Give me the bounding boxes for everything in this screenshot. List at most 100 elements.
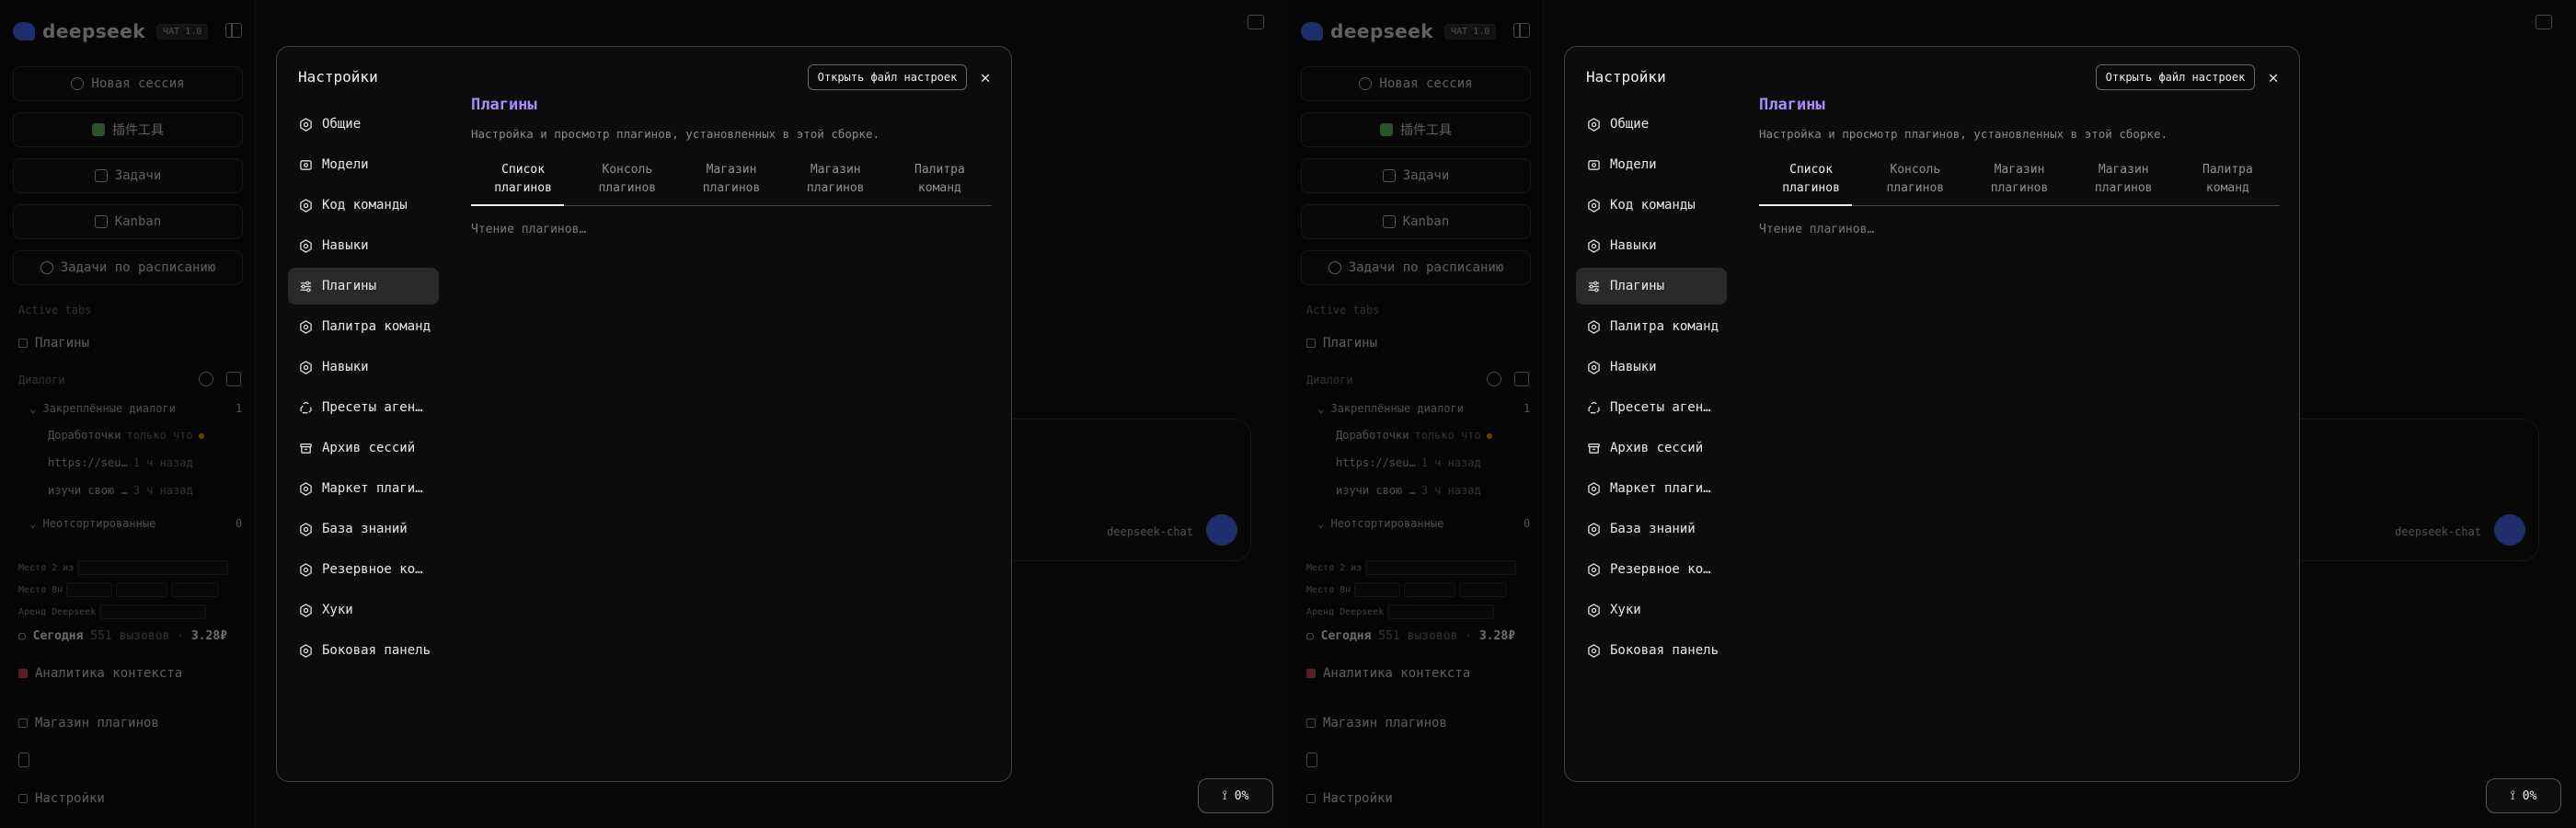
kanban-button[interactable]: Kanban bbox=[1301, 204, 1531, 239]
settings-nav-label: Архив сессий bbox=[1610, 441, 1704, 455]
plugin-tab[interactable]: Консоль плагинов bbox=[1863, 161, 1967, 205]
unsorted-group[interactable]: ⌄ Неотсортированные bbox=[29, 517, 155, 530]
settings-nav-item[interactable]: Навыки bbox=[288, 349, 439, 385]
settings-nav-item[interactable]: База знаний bbox=[1576, 511, 1727, 547]
progress-pill[interactable]: ⟟ 0% bbox=[1198, 778, 1273, 813]
settings-link[interactable]: Настройки bbox=[18, 791, 105, 806]
dialog-item[interactable]: изучи свою … 3 ч назад bbox=[48, 484, 193, 497]
panel-toggle-icon[interactable] bbox=[1248, 15, 1264, 29]
settings-nav-item[interactable]: Боковая панель bbox=[288, 632, 439, 669]
dialog-item[interactable]: Доработочки только что bbox=[48, 429, 193, 442]
settings-nav-item[interactable]: Резервное копирование bbox=[288, 551, 439, 588]
plugin-tab[interactable]: Список плагинов bbox=[471, 161, 575, 206]
scheduled-tasks-button[interactable]: Задачи по расписанию bbox=[13, 250, 243, 285]
search-icon[interactable] bbox=[1487, 372, 1501, 386]
dialog-item[interactable]: изучи свою … 3 ч назад bbox=[1336, 484, 1481, 497]
model-selector[interactable]: deepseek-chat bbox=[1107, 525, 1193, 538]
settings-nav-label: Архив сессий bbox=[322, 441, 416, 455]
settings-nav-item[interactable]: База знаний bbox=[288, 511, 439, 547]
settings-nav-item[interactable]: Боковая панель bbox=[1576, 632, 1727, 669]
settings-link[interactable]: Настройки bbox=[1306, 791, 1393, 806]
plugin-tab[interactable]: Магазин плагинов bbox=[784, 161, 888, 205]
settings-nav-item[interactable]: Хуки bbox=[1576, 592, 1727, 628]
new-folder-icon[interactable] bbox=[226, 372, 241, 386]
open-settings-file-button[interactable]: Открыть файл настроек bbox=[2096, 64, 2255, 90]
settings-nav-item[interactable]: Код команды bbox=[288, 187, 439, 224]
phone-icon[interactable] bbox=[18, 753, 29, 767]
settings-nav-item[interactable]: Резервное копирование bbox=[1576, 551, 1727, 588]
sidebar-collapse-icon[interactable] bbox=[1513, 23, 1530, 38]
send-button[interactable] bbox=[2494, 514, 2525, 546]
dialog-item[interactable]: Доработочки только что bbox=[1336, 429, 1481, 442]
phone-icon[interactable] bbox=[1306, 753, 1317, 767]
plugin-tool-button[interactable]: 插件工具 bbox=[1301, 112, 1531, 147]
context-analytics-link[interactable]: Аналитика контекста bbox=[1306, 666, 1470, 681]
plugin-tab[interactable]: Палитра команд bbox=[888, 161, 992, 205]
model-selector[interactable]: deepseek-chat bbox=[2395, 525, 2481, 538]
settings-nav-item[interactable]: Навыки bbox=[288, 227, 439, 264]
tasks-button[interactable]: Задачи bbox=[13, 158, 243, 193]
plugin-store-link[interactable]: Магазин плагинов bbox=[18, 716, 159, 730]
settings-nav-item[interactable]: Маркет плагинов bbox=[288, 470, 439, 507]
active-tab-plugins[interactable]: Плагины bbox=[18, 336, 89, 351]
settings-nav-item[interactable]: Навыки bbox=[1576, 349, 1727, 385]
plugin-tool-button[interactable]: 插件工具 bbox=[13, 112, 243, 147]
plugin-tab[interactable]: Консоль плагинов bbox=[575, 161, 679, 205]
settings-nav-label: Маркет плагинов bbox=[1610, 481, 1719, 496]
stats-block: Место 2 из Место 8н Аренд Deepseek bbox=[18, 558, 229, 624]
plugin-tab[interactable]: Магазин плагинов bbox=[1967, 161, 2071, 205]
search-icon[interactable] bbox=[199, 372, 213, 386]
unsorted-group[interactable]: ⌄ Неотсортированные bbox=[1317, 517, 1443, 530]
settings-nav-item[interactable]: Архив сессий bbox=[288, 430, 439, 466]
pinned-group[interactable]: ⌄ Закреплённые диалоги bbox=[29, 402, 176, 415]
settings-nav-item[interactable]: Код команды bbox=[1576, 187, 1727, 224]
settings-nav-item[interactable]: Палитра команд bbox=[1576, 308, 1727, 345]
dialog-item[interactable]: https://seu… 1 ч назад bbox=[48, 456, 193, 469]
settings-nav-item[interactable]: Архив сессий bbox=[1576, 430, 1727, 466]
plugin-tab[interactable]: Палитра команд bbox=[2176, 161, 2280, 205]
settings-nav-item[interactable]: Общие bbox=[288, 106, 439, 143]
settings-nav-item[interactable]: Хуки bbox=[288, 592, 439, 628]
settings-nav-item[interactable]: Палитра команд bbox=[288, 308, 439, 345]
new-session-button[interactable]: Новая сессия bbox=[13, 66, 243, 101]
dialog-item[interactable]: https://seu… 1 ч назад bbox=[1336, 456, 1481, 469]
open-settings-file-button[interactable]: Открыть файл настроек bbox=[808, 64, 967, 90]
settings-nav-item[interactable]: Навыки bbox=[1576, 227, 1727, 264]
sidebar-collapse-icon[interactable] bbox=[225, 23, 242, 38]
brand[interactable]: deepseek ЧАТ 1.0 bbox=[1301, 20, 1497, 42]
plugin-tab[interactable]: Магазин плагинов bbox=[679, 161, 783, 205]
plugin-tab[interactable]: Список плагинов bbox=[1759, 161, 1863, 206]
close-icon[interactable]: ✕ bbox=[2264, 68, 2283, 87]
pinned-count: 1 bbox=[1524, 402, 1531, 415]
settings-nav-item[interactable]: Плагины bbox=[288, 268, 439, 305]
context-analytics-link[interactable]: Аналитика контекста bbox=[18, 666, 182, 681]
brand[interactable]: deepseek ЧАТ 1.0 bbox=[13, 20, 209, 42]
settings-nav-item[interactable]: Пресеты агентов bbox=[288, 389, 439, 426]
settings-nav-item[interactable]: Общие bbox=[1576, 106, 1727, 143]
settings-nav-label: Модели bbox=[1610, 157, 1657, 172]
new-session-button[interactable]: Новая сессия bbox=[1301, 66, 1531, 101]
today-label: Сегодня bbox=[1320, 629, 1372, 643]
panel-toggle-icon[interactable] bbox=[2536, 15, 2552, 29]
scheduled-tasks-button[interactable]: Задачи по расписанию bbox=[1301, 250, 1531, 285]
send-button[interactable] bbox=[1206, 514, 1237, 546]
active-tab-plugins[interactable]: Плагины bbox=[1306, 336, 1377, 351]
settings-nav-label: Пресеты агентов bbox=[1610, 400, 1719, 415]
progress-value: 0% bbox=[1234, 788, 1249, 803]
settings-nav-item[interactable]: Маркет плагинов bbox=[1576, 470, 1727, 507]
new-folder-icon[interactable] bbox=[1514, 372, 1529, 386]
plugin-tab[interactable]: Магазин плагинов bbox=[2072, 161, 2176, 205]
tasks-button[interactable]: Задачи bbox=[1301, 158, 1531, 193]
gear-icon bbox=[1587, 117, 1601, 132]
today-label: Сегодня bbox=[32, 629, 84, 643]
kanban-label: Kanban bbox=[1402, 214, 1450, 229]
progress-pill[interactable]: ⟟ 0% bbox=[2486, 778, 2561, 813]
settings-nav-item[interactable]: Пресеты агентов bbox=[1576, 389, 1727, 426]
settings-nav-item[interactable]: Модели bbox=[1576, 146, 1727, 183]
settings-nav-item[interactable]: Плагины bbox=[1576, 268, 1727, 305]
settings-nav-item[interactable]: Модели bbox=[288, 146, 439, 183]
kanban-button[interactable]: Kanban bbox=[13, 204, 243, 239]
close-icon[interactable]: ✕ bbox=[976, 68, 995, 87]
plugin-store-link[interactable]: Магазин плагинов bbox=[1306, 716, 1447, 730]
pinned-group[interactable]: ⌄ Закреплённые диалоги bbox=[1317, 402, 1464, 415]
